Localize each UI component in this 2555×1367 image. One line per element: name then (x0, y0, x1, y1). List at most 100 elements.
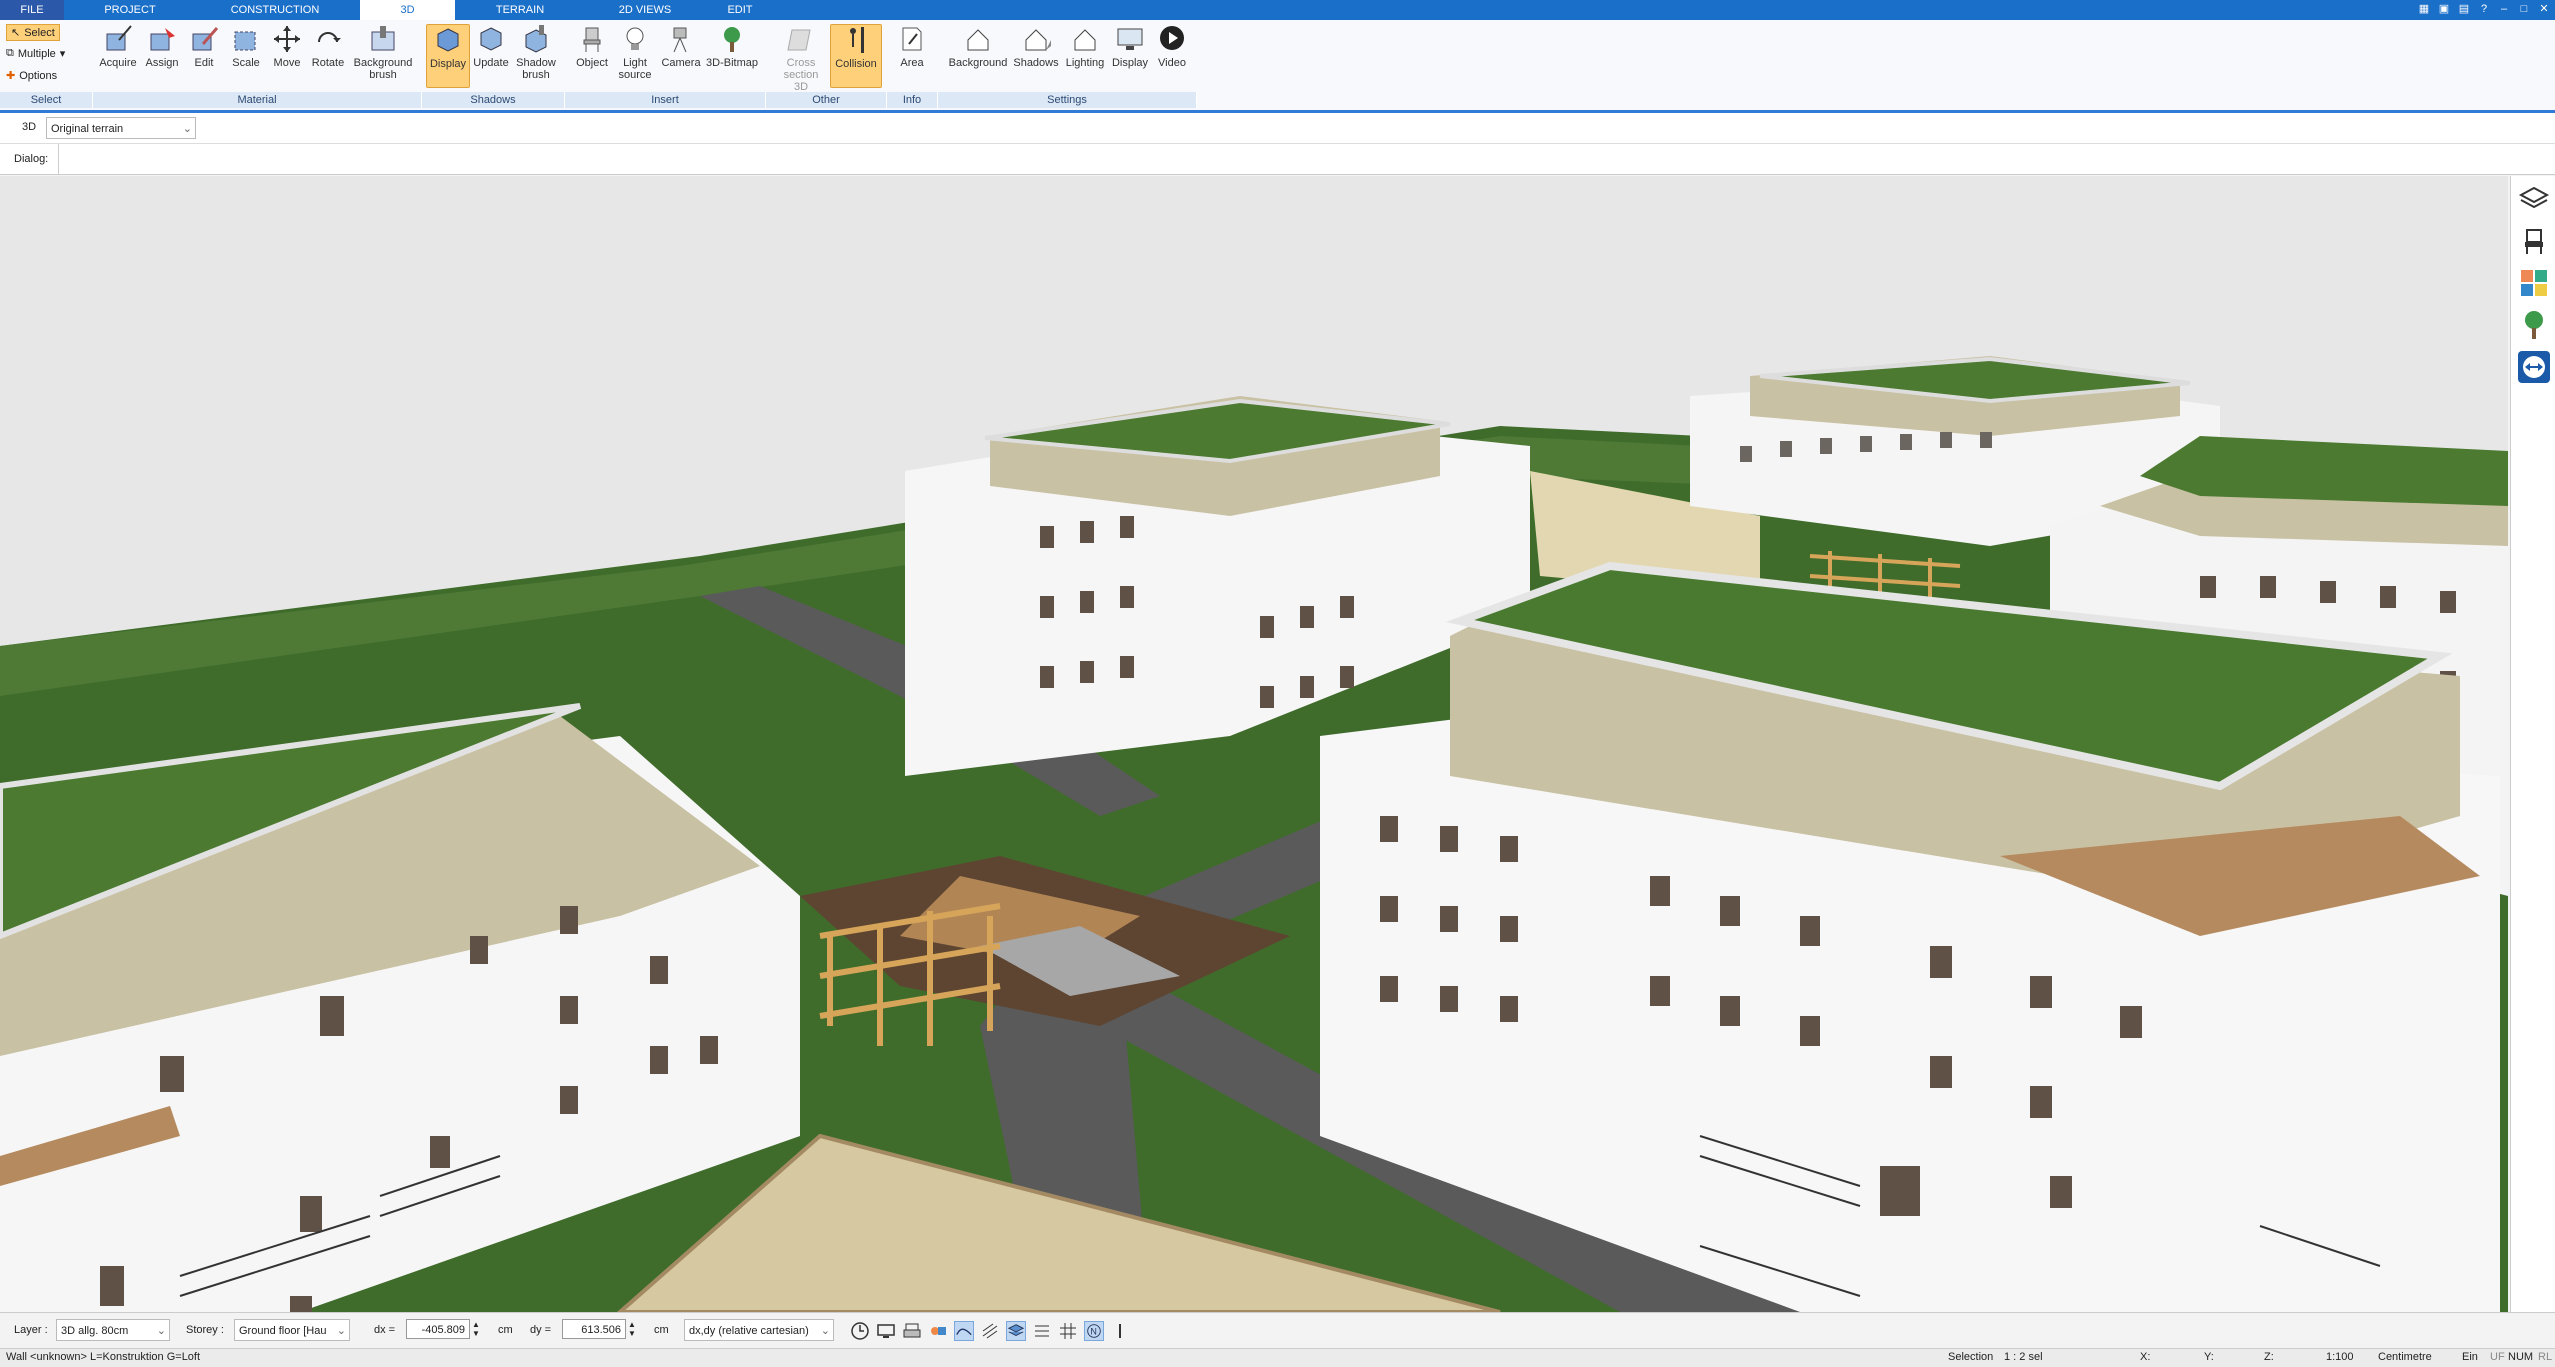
status-selection-value: 1 : 2 sel (2004, 1351, 2043, 1363)
building-front-right (1320, 561, 2500, 1312)
assign-button[interactable]: Assign (140, 24, 184, 69)
hatch-icon[interactable] (980, 1321, 1000, 1341)
scale-button[interactable]: Scale (226, 24, 266, 69)
insert-object-button[interactable]: Object (572, 24, 612, 69)
view-mode-label: 3D (22, 121, 37, 133)
north-icon[interactable]: N (1084, 1321, 1104, 1341)
status-bar: Wall <unknown> L=Konstruktion G=Loft Sel… (0, 1348, 2555, 1367)
clock-icon[interactable] (850, 1321, 870, 1341)
tab-file[interactable]: FILE (0, 0, 64, 20)
toolbar-small-icon-3[interactable]: ▤ (2457, 2, 2471, 16)
chevron-down-icon: ⌄ (820, 1325, 830, 1337)
chevron-down-icon: ▾ (59, 48, 66, 60)
move-button[interactable]: Move (268, 24, 306, 69)
dx-input[interactable]: -405.809 (406, 1319, 470, 1339)
play-icon (1160, 26, 1184, 50)
snap-icon[interactable] (928, 1321, 948, 1341)
status-z: Z: (2264, 1351, 2274, 1363)
maximize-icon[interactable]: □ (2517, 2, 2531, 16)
chair-catalog-icon[interactable] (2517, 224, 2551, 258)
help-icon[interactable]: ? (2477, 2, 2491, 16)
terrain-toggle-icon[interactable] (954, 1321, 974, 1341)
view-toolbar: 3D Original terrain ⌄ (0, 113, 2555, 144)
settings-lighting-button[interactable]: Lighting (1062, 24, 1108, 69)
edit-button[interactable]: Edit (184, 24, 224, 69)
dx-label: dx = (374, 1324, 396, 1336)
select-button[interactable]: ↖ Select (6, 24, 60, 41)
teamviewer-icon[interactable] (2517, 350, 2551, 384)
move-icon (274, 26, 300, 52)
divider (58, 144, 59, 174)
scale-icon (234, 31, 256, 51)
rotate-button[interactable]: Rotate (308, 24, 348, 69)
chevron-down-icon: ⌄ (336, 1325, 346, 1337)
storey-label: Storey : (186, 1324, 224, 1336)
tree-icon (724, 27, 740, 52)
light-source-button[interactable]: Light source (614, 24, 656, 81)
cube-shadow-icon (437, 28, 459, 52)
status-num: NUM (2508, 1351, 2534, 1363)
cross-section-3d-button[interactable]: Cross section 3D (776, 24, 826, 93)
3d-bitmap-button[interactable]: 3D-Bitmap (704, 24, 760, 69)
screen-icon[interactable] (876, 1321, 896, 1341)
tab-terrain[interactable]: TERRAIN (480, 0, 560, 20)
layer-label: Layer : (14, 1324, 48, 1336)
collision-button[interactable]: Collision (830, 24, 882, 88)
minimize-icon[interactable]: – (2497, 2, 2511, 16)
shadow-update-button[interactable]: Update (470, 24, 512, 69)
layers-toggle-icon[interactable] (1006, 1321, 1026, 1341)
area-icon (902, 27, 922, 51)
house-background-icon (967, 29, 989, 51)
grid-icon[interactable] (1058, 1321, 1078, 1341)
multiple-button[interactable]: ⧉ Multiple ▾ (6, 47, 65, 60)
toolbar-small-icon[interactable]: ▦ (2417, 2, 2431, 16)
toolbar-small-icon-2[interactable]: ▣ (2437, 2, 2451, 16)
dialog-bar: Dialog: (0, 144, 2555, 175)
tab-construction[interactable]: CONSTRUCTION (220, 0, 330, 20)
status-unit: Centimetre (2378, 1351, 2432, 1363)
house-lighting-icon (1074, 29, 1096, 51)
window-controls: ▦ ▣ ▤ ? – □ ✕ (2417, 2, 2551, 16)
area-button[interactable]: Area (892, 24, 932, 69)
tab-edit[interactable]: EDIT (710, 0, 770, 20)
print-icon[interactable] (902, 1321, 922, 1341)
plus-icon: ✚ (6, 70, 16, 82)
3d-scene[interactable] (0, 176, 2508, 1312)
brush-icon (371, 26, 395, 51)
light-bulb-icon (626, 27, 644, 50)
shadow-display-button[interactable]: Display (426, 24, 470, 88)
lines-icon[interactable] (1032, 1321, 1052, 1341)
background-brush-button[interactable]: Background brush (350, 24, 416, 81)
3d-viewport[interactable] (0, 176, 2508, 1312)
layer-select[interactable]: 3D allg. 80cm ⌄ (56, 1319, 170, 1341)
dx-stepper[interactable]: ▲ ▼ (472, 1320, 480, 1338)
multi-select-icon: ⧉ (6, 47, 14, 59)
storey-select[interactable]: Ground floor [Hau ⌄ (234, 1319, 350, 1341)
plants-catalog-icon[interactable] (2517, 308, 2551, 342)
coordinate-mode-select[interactable]: dx,dy (relative cartesian) ⌄ (684, 1319, 834, 1341)
settings-display-button[interactable]: Display (1108, 24, 1152, 69)
status-y: Y: (2204, 1351, 2214, 1363)
settings-background-button[interactable]: Background (944, 24, 1012, 69)
monitor-icon (1117, 28, 1143, 50)
materials-catalog-icon[interactable] (2517, 266, 2551, 300)
camera-button[interactable]: Camera (658, 24, 704, 69)
tab-project[interactable]: PROJECT (90, 0, 170, 20)
tab-3d[interactable]: 3D (360, 0, 455, 20)
cross-section-icon (787, 29, 811, 51)
terrain-select[interactable]: Original terrain ⌄ (46, 117, 196, 139)
status-ein: Ein (2462, 1351, 2478, 1363)
layers-icon[interactable] (2517, 182, 2551, 216)
rotate-icon (318, 32, 341, 43)
more-icon[interactable] (1110, 1321, 1130, 1341)
acquire-button[interactable]: Acquire (96, 24, 140, 69)
close-icon[interactable]: ✕ (2537, 2, 2551, 16)
settings-shadows-button[interactable]: Shadows (1012, 24, 1060, 69)
shadow-brush-button[interactable]: Shadow brush (512, 24, 560, 81)
options-button[interactable]: ✚ Options (6, 69, 57, 83)
dy-input[interactable]: 613.506 (562, 1319, 626, 1339)
video-button[interactable]: Video (1154, 24, 1190, 69)
dy-stepper[interactable]: ▲ ▼ (628, 1320, 636, 1338)
tab-2d-views[interactable]: 2D VIEWS (600, 0, 690, 20)
cursor-icon: ↖ (11, 27, 21, 39)
